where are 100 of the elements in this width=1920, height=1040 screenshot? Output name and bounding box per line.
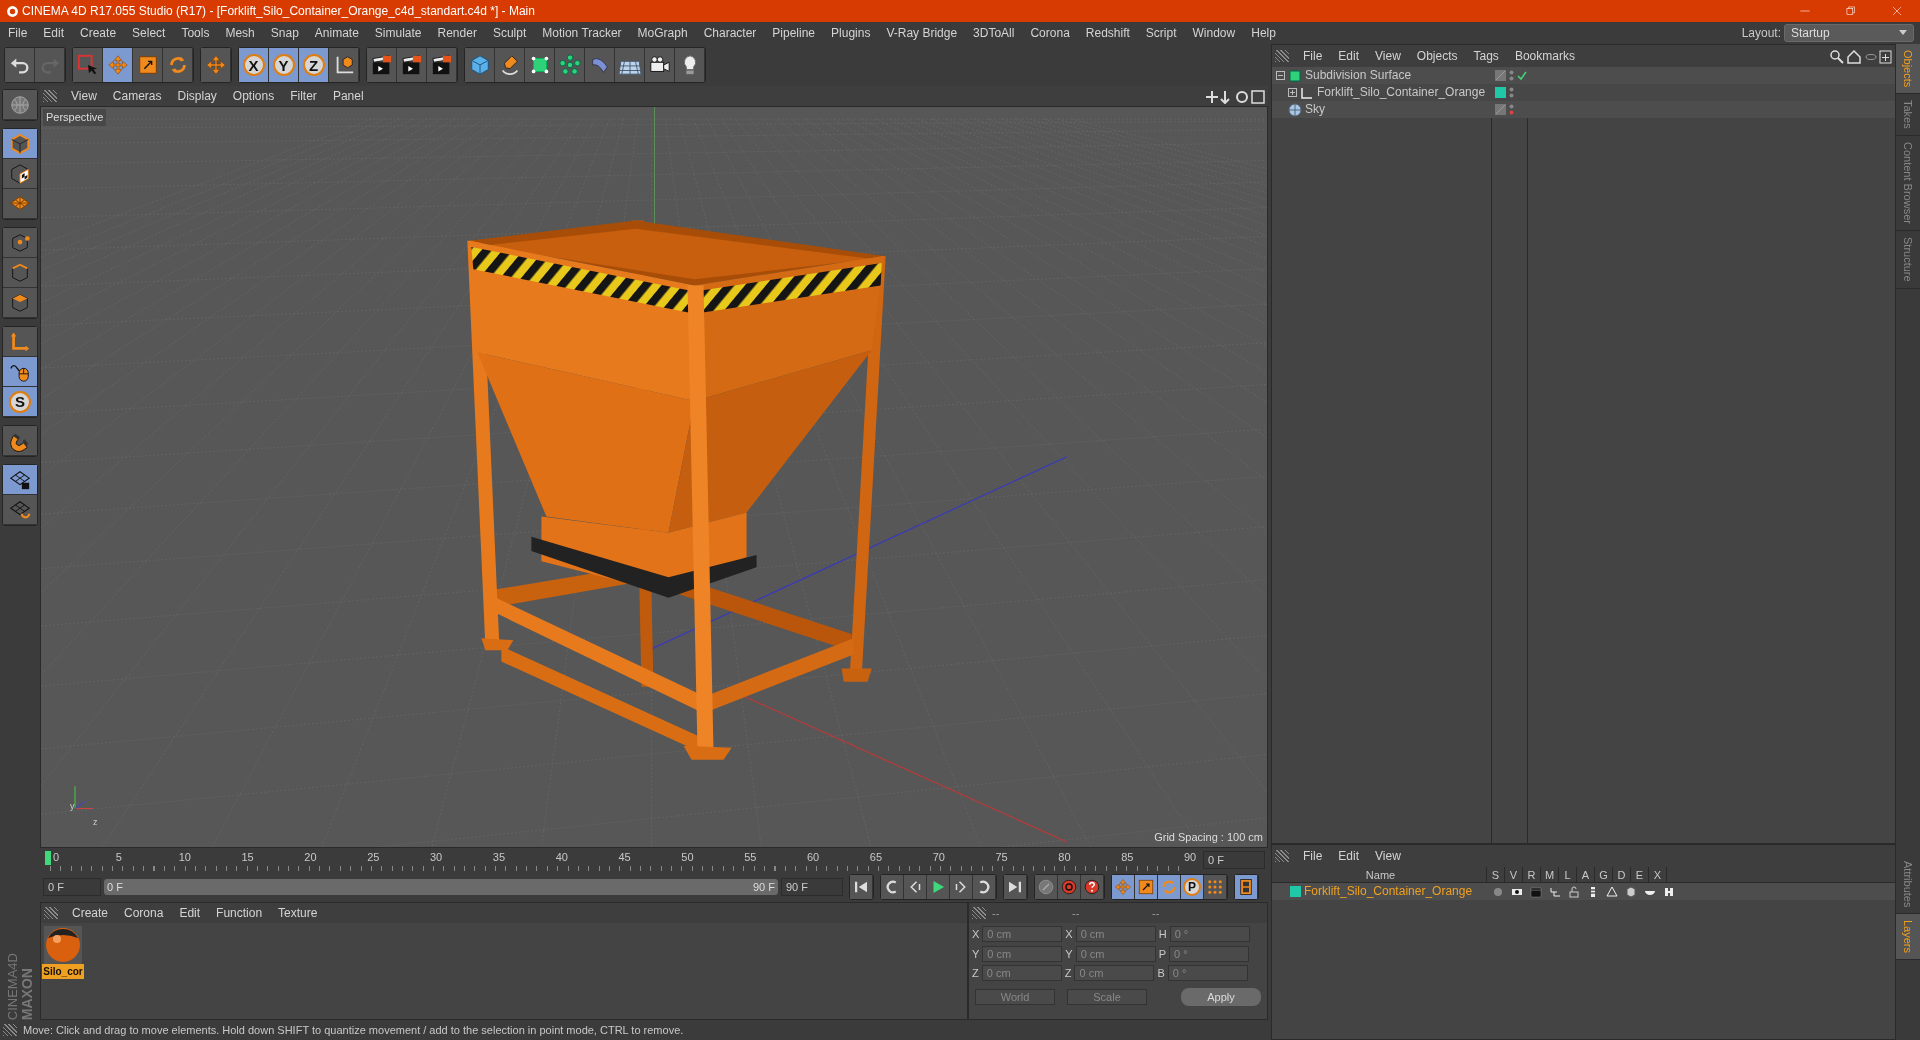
column-header[interactable]: R [1523, 867, 1541, 882]
menu-item[interactable]: Sculpt [484, 22, 535, 44]
object-name[interactable]: Forklift_Silo_Container_Orange [1317, 84, 1486, 101]
key-selection-button[interactable] [1204, 875, 1227, 899]
layout-dropdown[interactable]: Startup [1784, 24, 1914, 42]
render-button[interactable] [427, 48, 457, 82]
axis-lock-button[interactable]: Z [299, 48, 329, 82]
frame-range-slider[interactable]: 0 F 90 F [104, 879, 778, 895]
previous-key-button[interactable] [881, 875, 904, 899]
apply-button[interactable]: Apply [1181, 987, 1261, 1006]
menu-item[interactable]: Help [1243, 22, 1284, 44]
column-header[interactable]: S [1487, 867, 1505, 882]
workplane-mode-button[interactable] [3, 189, 37, 219]
record-button[interactable] [1058, 875, 1081, 899]
scale-tool-button[interactable] [133, 48, 163, 82]
menu-item[interactable]: Panel [324, 85, 372, 107]
menu-item[interactable]: Create [72, 22, 125, 44]
light-button[interactable] [675, 48, 705, 82]
undo-button[interactable] [5, 48, 35, 82]
autokey-button[interactable] [1035, 875, 1058, 899]
next-frame-button[interactable] [950, 875, 973, 899]
axis-lock-button[interactable]: P [1181, 875, 1204, 899]
current-frame-field[interactable]: 0 F [1203, 851, 1265, 869]
object-name[interactable]: Sky [1305, 101, 1325, 118]
column-header[interactable]: V [1505, 867, 1523, 882]
camera-button[interactable] [645, 48, 675, 82]
layer-name[interactable]: Forklift_Silo_Container_Orange [1304, 883, 1473, 900]
menu-item[interactable]: Simulate [366, 22, 430, 44]
object-name[interactable]: Subdivision Surface [1305, 67, 1412, 84]
menu-item[interactable]: Objects [1408, 45, 1466, 67]
panel-tab[interactable]: Layers [1896, 913, 1920, 960]
help-button[interactable] [1081, 875, 1104, 899]
menu-item[interactable]: Function [208, 902, 271, 924]
menu-item[interactable]: Edit [1330, 45, 1368, 67]
previous-frame-button[interactable] [904, 875, 927, 899]
menu-item[interactable]: File [1295, 845, 1331, 867]
play-button[interactable] [927, 875, 950, 899]
menu-item[interactable]: Edit [35, 22, 73, 44]
menu-item[interactable]: Redshift [1077, 22, 1138, 44]
cube-button[interactable] [465, 48, 495, 82]
axis-lock-button[interactable]: X [239, 48, 269, 82]
menu-item[interactable]: Motion Tracker [534, 22, 630, 44]
menu-item[interactable]: Filter [282, 85, 325, 107]
menu-item[interactable]: File [1295, 45, 1331, 67]
menu-item[interactable]: Script [1137, 22, 1185, 44]
column-header[interactable]: D [1613, 867, 1631, 882]
menu-item[interactable]: MoGraph [629, 22, 696, 44]
menu-item[interactable]: Edit [171, 902, 209, 924]
menu-item[interactable]: Texture [270, 902, 326, 924]
coordinate-system-button[interactable] [329, 48, 359, 82]
menu-item[interactable]: Tools [173, 22, 218, 44]
cloner-button[interactable] [555, 48, 585, 82]
menu-item[interactable]: Character [695, 22, 765, 44]
column-header[interactable]: L [1559, 867, 1577, 882]
column-header[interactable]: Name [1272, 867, 1487, 882]
move-tool-button[interactable] [201, 48, 231, 82]
axis-lock-button[interactable]: S [3, 387, 37, 417]
rotate-tool-button[interactable] [163, 48, 193, 82]
timeline-button[interactable] [1235, 875, 1258, 899]
menu-item[interactable]: Mesh [217, 22, 263, 44]
column-header[interactable]: M [1541, 867, 1559, 882]
column-header[interactable]: X [1649, 867, 1667, 882]
end-frame-field[interactable]: 90 F [781, 878, 843, 896]
polygons-mode-button[interactable] [3, 288, 37, 318]
layer-row[interactable]: Forklift_Silo_Container_Orange [1272, 883, 1895, 900]
menu-item[interactable]: Animate [306, 22, 367, 44]
column-header[interactable]: A [1577, 867, 1595, 882]
menu-item[interactable]: Corona [1022, 22, 1078, 44]
material-thumbnail[interactable]: Silo_cor [44, 926, 82, 979]
go-to-start-button[interactable] [850, 875, 873, 899]
render-button[interactable] [397, 48, 427, 82]
live-selection-button[interactable] [73, 48, 103, 82]
rotate-tool-button[interactable] [1158, 875, 1181, 899]
edges-mode-button[interactable] [3, 258, 37, 288]
render-button[interactable] [367, 48, 397, 82]
menu-item[interactable]: Bookmarks [1506, 45, 1583, 67]
menu-item[interactable]: Corona [116, 902, 172, 924]
texture-mode-button[interactable] [3, 159, 37, 189]
bend-button[interactable] [585, 48, 615, 82]
menu-item[interactable]: Snap [262, 22, 307, 44]
column-header[interactable]: G [1595, 867, 1613, 882]
move-tool-button[interactable] [103, 48, 133, 82]
model-mode-button[interactable] [3, 129, 37, 159]
menu-item[interactable]: Display [169, 85, 225, 107]
axis-mode-button[interactable] [3, 327, 37, 357]
menu-item[interactable]: Cameras [104, 85, 170, 107]
workplane-sync-button[interactable] [3, 495, 37, 525]
panel-tab[interactable]: Objects [1896, 44, 1920, 95]
move-tool-button[interactable] [1112, 875, 1135, 899]
menu-item[interactable]: View [1367, 45, 1409, 67]
menu-item[interactable]: View [1367, 845, 1409, 867]
menu-item[interactable]: Render [429, 22, 485, 44]
menu-item[interactable]: Plugins [823, 22, 879, 44]
menu-item[interactable]: Options [224, 85, 283, 107]
menu-item[interactable]: File [0, 22, 36, 44]
start-frame-field[interactable]: 0 F [43, 878, 101, 896]
workplane-lock-button[interactable] [3, 465, 37, 495]
menu-item[interactable]: Pipeline [764, 22, 824, 44]
tweak-mode-button[interactable] [3, 357, 37, 387]
object-row[interactable]: Sky [1272, 101, 1895, 118]
